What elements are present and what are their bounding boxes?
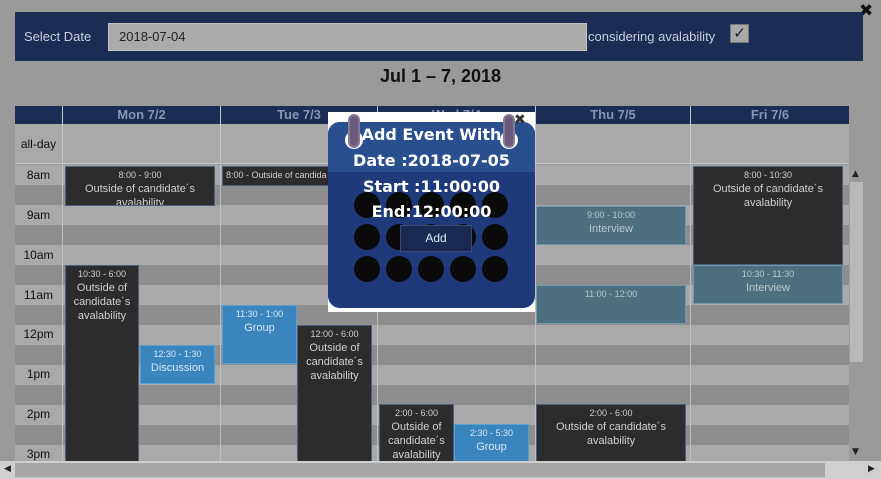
- event-thu-outside[interactable]: 2:00 - 6:00 Outside of candidate´s avala…: [536, 404, 686, 461]
- horizontal-scrollbar[interactable]: ◀ ▶: [0, 461, 881, 479]
- calendar-dot: [418, 256, 444, 282]
- column-divider: [62, 164, 63, 461]
- popup-heading: Add Event With: [361, 125, 502, 144]
- column-divider: [690, 164, 691, 461]
- time-label-8am: 8am: [26, 168, 51, 182]
- slot-12-00[interactable]: [15, 325, 849, 345]
- scroll-right-icon[interactable]: ▶: [868, 464, 875, 474]
- allday-cell-fri[interactable]: [690, 124, 849, 164]
- calendar-title: Jul 1 – 7, 2018: [379, 66, 502, 86]
- time-column-header: [15, 106, 62, 124]
- time-label-9am: 9am: [26, 208, 51, 222]
- event-wed-group[interactable]: 2:30 - 5:30 Group: [454, 424, 529, 461]
- popup-start: Start :11:00:00: [362, 177, 501, 196]
- calendar-dot: [482, 256, 508, 282]
- add-event-button[interactable]: Add: [400, 225, 472, 252]
- calendar-dot: [386, 256, 412, 282]
- day-header-fri: Fri 7/6: [690, 106, 849, 124]
- horizontal-scroll-thumb[interactable]: [15, 463, 825, 477]
- event-mon-discussion[interactable]: 12:30 - 1:30 Discussion: [140, 345, 215, 384]
- vertical-scrollbar[interactable]: ▲ ▼: [849, 166, 864, 461]
- vertical-scroll-thumb[interactable]: [850, 182, 863, 362]
- event-tue-outside[interactable]: 8:00 - Outside of candida: [222, 166, 334, 186]
- event-fri-outside[interactable]: 8:00 - 10:30 Outside of candidate´s aval…: [693, 166, 843, 265]
- calendar-dot: [482, 224, 508, 250]
- scroll-down-icon[interactable]: ▼: [852, 447, 859, 457]
- event-thu-slot[interactable]: 11:00 - 12:00: [536, 285, 686, 324]
- select-date-label: Select Date: [24, 29, 92, 44]
- date-toolbar: Select Date 2018-07-04 considering avala…: [15, 12, 863, 61]
- allday-label: all-day: [15, 124, 62, 164]
- event-mon-outside[interactable]: 8:00 - 9:00 Outside of candidate´s avala…: [65, 166, 215, 206]
- avalability-label: considering avalability: [588, 29, 716, 44]
- time-label-3pm: 3pm: [26, 447, 51, 461]
- slot-1-30[interactable]: [15, 385, 849, 405]
- day-header-thu: Thu 7/5: [535, 106, 690, 124]
- allday-cell-thu[interactable]: [535, 124, 690, 164]
- time-label-1pm: 1pm: [26, 367, 51, 381]
- scroll-left-icon[interactable]: ◀: [4, 464, 11, 474]
- event-tue-outside-long[interactable]: 12:00 - 6:00 Outside of candidate´s aval…: [297, 325, 372, 461]
- scroll-up-icon[interactable]: ▲: [852, 169, 859, 179]
- event-thu-interview[interactable]: 9:00 - 10:00 Interview: [536, 206, 686, 245]
- popup-date: Date :2018-07-05: [353, 151, 510, 170]
- date-input[interactable]: 2018-07-04: [108, 23, 587, 51]
- time-label-11am: 11am: [23, 288, 54, 302]
- calendar-dot: [450, 256, 476, 282]
- day-header-mon: Mon 7/2: [62, 106, 220, 124]
- event-mon-outside-long[interactable]: 10:30 - 6:00 Outside of candidate´s aval…: [65, 265, 139, 461]
- calendar-dot: [354, 224, 380, 250]
- allday-cell-mon[interactable]: [62, 124, 220, 164]
- popup-end: End:12:00:00: [371, 202, 492, 221]
- avalability-checkbox[interactable]: ✓: [730, 24, 749, 43]
- time-label-10am: 10am: [23, 248, 54, 262]
- event-tue-group[interactable]: 11:30 - 1:00 Group: [222, 305, 297, 364]
- column-divider: [220, 164, 221, 461]
- time-label-12pm: 12pm: [23, 327, 54, 341]
- event-fri-interview[interactable]: 10:30 - 11:30 Interview: [693, 265, 843, 304]
- event-wed-outside[interactable]: 2:00 - 6:00 Outside of candidate´s avala…: [379, 404, 454, 461]
- time-label-2pm: 2pm: [26, 407, 51, 421]
- calendar-dot: [354, 256, 380, 282]
- add-event-popup: ✖ Add Event With Date :2018-07-05 Start …: [328, 112, 535, 312]
